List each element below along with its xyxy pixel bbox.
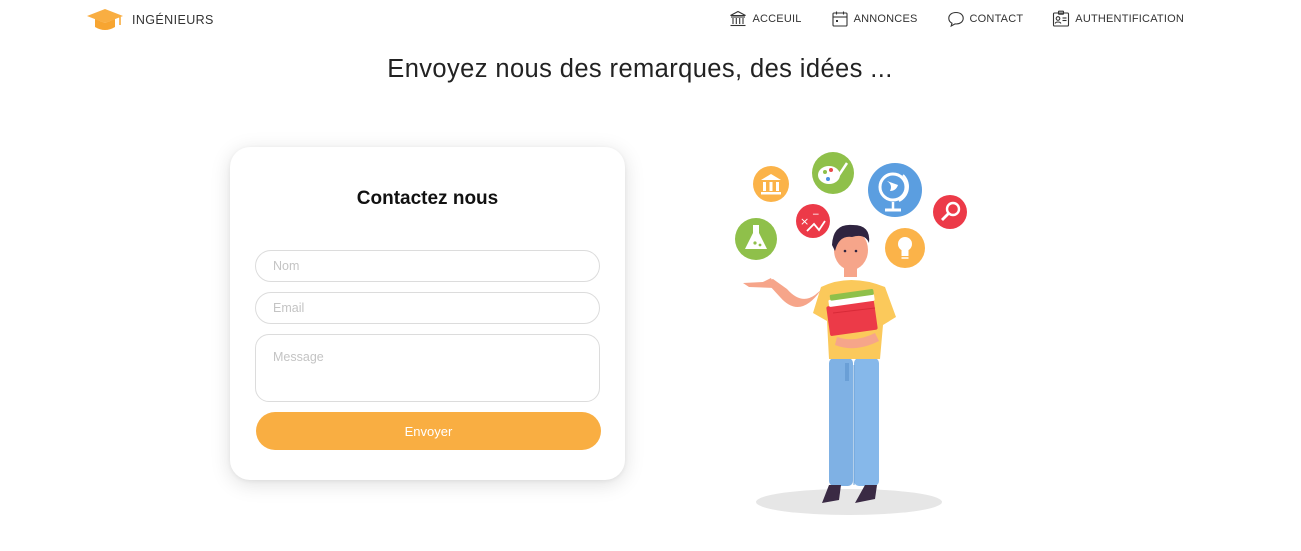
- name-input[interactable]: [255, 250, 600, 282]
- calendar-icon: [831, 10, 849, 28]
- bank-icon: [729, 10, 747, 28]
- graduation-cap-icon: [87, 9, 123, 30]
- palette-icon: [812, 152, 854, 194]
- email-input[interactable]: [255, 292, 600, 324]
- student-illustration: × −: [735, 152, 967, 515]
- nav-item-contact[interactable]: CONTACT: [947, 10, 1024, 28]
- bank-icon: [753, 166, 789, 202]
- main-nav: ACCEUIL ANNONCES CONTACT AUTHENTIFICATIO…: [729, 10, 1184, 28]
- flask-icon: [735, 218, 777, 260]
- page-title: Envoyez nous des remarques, des idées ..…: [387, 55, 893, 83]
- contact-form-title: Contactez nous: [356, 188, 499, 209]
- nav-label-acceuil: ACCEUIL: [752, 13, 802, 25]
- nav-item-acceuil[interactable]: ACCEUIL: [729, 10, 801, 28]
- globe-icon: [868, 163, 922, 217]
- svg-text:×: ×: [800, 215, 809, 228]
- brand-name: INGÉNIEURS: [132, 13, 214, 27]
- chat-bubble-icon: [947, 10, 965, 28]
- brand-logo[interactable]: INGÉNIEURS: [86, 8, 214, 32]
- student-figure: [743, 224, 896, 503]
- math-icon: × −: [796, 204, 830, 238]
- id-card-icon: [1052, 10, 1070, 28]
- nav-item-annonces[interactable]: ANNONCES: [831, 10, 918, 28]
- lightbulb-icon: [885, 228, 925, 268]
- nav-label-contact: CONTACT: [969, 13, 1024, 25]
- svg-text:−: −: [812, 210, 820, 220]
- magnifier-icon: [933, 195, 967, 229]
- nav-label-authentification: AUTHENTIFICATION: [1075, 13, 1184, 25]
- contact-form-card: Contactez nous Envoyer: [230, 147, 625, 480]
- send-button[interactable]: Envoyer: [256, 412, 601, 450]
- nav-item-authentification[interactable]: AUTHENTIFICATION: [1052, 10, 1184, 28]
- nav-label-annonces: ANNONCES: [853, 13, 918, 25]
- message-textarea[interactable]: [255, 334, 600, 402]
- floor-shadow: [756, 489, 942, 515]
